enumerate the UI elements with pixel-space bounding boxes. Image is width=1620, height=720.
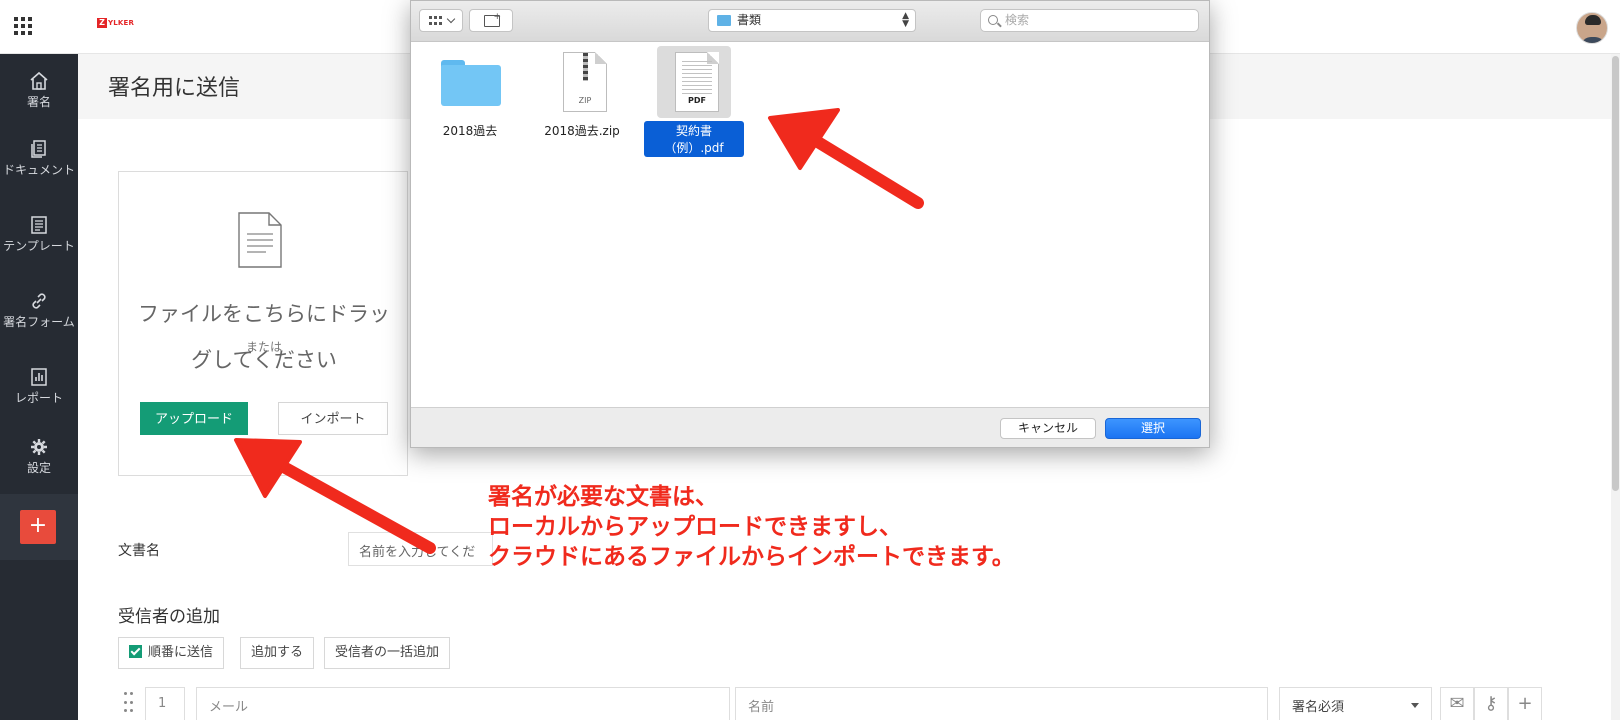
file-browser: 2018過去 ZIP 2018過去.zip PDF 契約書（例）.pdf — [411, 42, 1209, 407]
file-name: 2018過去 — [442, 124, 498, 138]
new-request-button[interactable]: + — [20, 510, 56, 544]
recipient-order-field[interactable]: 1 — [145, 687, 185, 720]
logo-text: YLKER — [108, 19, 135, 27]
sidebar-item-label: 署名 — [26, 95, 51, 109]
folder-icon — [441, 60, 501, 106]
logo-mark: Z — [97, 18, 107, 28]
sidebar-item-reports[interactable]: レポート — [0, 366, 78, 406]
upload-button[interactable]: アップロード — [140, 402, 248, 435]
recipient-email-field[interactable]: メール — [196, 687, 730, 720]
file-picker-dialog: 書類 ▲▼ 検索 2018過去 ZIP 2018過去.zip — [410, 0, 1210, 448]
sidebar-item-templates[interactable]: テンプレート — [0, 214, 78, 254]
folder-icon — [717, 15, 731, 26]
view-mode-button[interactable] — [419, 9, 463, 32]
sidebar-item-label: 設定 — [26, 461, 51, 475]
scrollbar-thumb[interactable] — [1612, 56, 1619, 491]
sidebar-item-settings[interactable]: 設定 — [0, 436, 78, 476]
report-icon — [31, 368, 47, 386]
file-thumbnail: PDF — [657, 46, 731, 118]
annotation-text: 署名が必要な文書は、 ローカルからアップロードできますし、 クラウドにあるファイ… — [488, 482, 1015, 572]
page-title: 署名用に送信 — [108, 76, 241, 101]
file-name: 2018過去.zip — [544, 124, 620, 138]
user-avatar[interactable] — [1576, 12, 1608, 44]
annotation-line: ローカルからアップロードできますし、 — [488, 514, 902, 540]
link-icon — [32, 293, 46, 309]
dialog-footer: キャンセル 選択 — [411, 407, 1209, 447]
sidebar-item-sign-forms[interactable]: 署名フォーム — [0, 290, 78, 330]
zip-file-icon: ZIP — [563, 52, 607, 112]
location-label: 書類 — [737, 13, 762, 27]
email-access-code-icon[interactable]: ✉ — [1440, 687, 1474, 720]
sequential-send-checkbox[interactable]: 順番に送信 — [118, 637, 225, 669]
drop-instructions: ファイルをこちらにドラッ グしてください — [119, 300, 409, 374]
sidebar-item-label: ドキュメント — [2, 163, 75, 177]
file-thumbnail — [433, 46, 507, 118]
file-name: 契約書（例）.pdf — [644, 121, 744, 157]
sidebar-item-label: テンプレート — [3, 239, 75, 253]
recipient-role-select[interactable]: 署名必須 — [1279, 687, 1432, 720]
file-item-zip[interactable]: ZIP 2018過去.zip — [532, 46, 632, 140]
document-icon — [238, 212, 282, 268]
apps-grid-icon[interactable] — [14, 17, 32, 35]
chevron-down-icon — [446, 14, 456, 24]
annotation-line: 署名が必要な文書は、 — [488, 484, 718, 510]
sidebar-item-label: 署名フォーム — [3, 315, 75, 329]
key-icon[interactable]: ⚷ — [1474, 687, 1508, 720]
sequential-send-label: 順番に送信 — [148, 645, 214, 660]
file-thumbnail: ZIP — [545, 46, 619, 118]
bulk-add-recipients-button[interactable]: 受信者の一括追加 — [324, 637, 451, 669]
import-button[interactable]: インポート — [278, 402, 388, 435]
new-folder-button[interactable] — [469, 9, 513, 32]
template-icon — [31, 216, 47, 234]
new-folder-icon — [484, 12, 501, 27]
add-row-icon[interactable]: + — [1508, 687, 1542, 720]
add-recipients-title: 受信者の追加 — [118, 607, 220, 627]
file-item-pdf-selected[interactable]: PDF 契約書（例）.pdf — [644, 46, 744, 157]
cancel-button[interactable]: キャンセル — [1000, 418, 1096, 439]
sidebar-item-documents[interactable]: ドキュメント — [0, 138, 78, 178]
icon-view-icon — [429, 16, 443, 26]
gear-icon — [31, 439, 47, 455]
file-type-tag: ZIP — [578, 96, 592, 105]
select-button[interactable]: 選択 — [1105, 418, 1201, 439]
drop-text-line1: ファイルをこちらにドラッ — [138, 302, 390, 326]
document-name-label: 文書名 — [118, 543, 160, 559]
file-type-tag: PDF — [688, 96, 706, 105]
or-text: または — [245, 340, 282, 354]
sidebar: 署名 ドキュメント テンプレート 署名フォーム レポート 設定 + — [0, 54, 78, 720]
sidebar-item-sign[interactable]: 署名 — [0, 70, 78, 110]
dialog-search-input[interactable]: 検索 — [980, 9, 1199, 32]
annotation-line: クラウドにあるファイルからインポートできます。 — [488, 544, 1015, 570]
upload-drop-zone[interactable]: ファイルをこちらにドラッ グしてください または アップロード インポート — [118, 171, 408, 476]
location-select[interactable]: 書類 ▲ ▼ — [708, 9, 916, 32]
add-recipient-button[interactable]: 追加する — [240, 637, 315, 669]
search-placeholder: 検索 — [1005, 13, 1030, 27]
recipient-name-field[interactable]: 名前 — [735, 687, 1268, 720]
sidebar-item-label: レポート — [14, 391, 63, 405]
updown-chevron-icon: ▲ ▼ — [902, 11, 909, 29]
page-scrollbar[interactable] — [1611, 54, 1620, 720]
dialog-toolbar: 書類 ▲▼ 検索 — [411, 1, 1209, 42]
search-icon — [988, 15, 998, 25]
home-icon — [30, 71, 48, 90]
document-name-input[interactable]: 名前を入力してくだ — [348, 532, 493, 566]
checkbox-checked-icon — [129, 645, 142, 658]
pdf-file-icon: PDF — [675, 52, 719, 112]
documents-icon — [31, 140, 46, 158]
drag-handle-icon[interactable] — [124, 692, 134, 716]
file-item-folder[interactable]: 2018過去 — [420, 46, 520, 140]
new-request-area: + — [0, 494, 78, 560]
zylker-logo[interactable]: Z YLKER — [97, 18, 134, 28]
